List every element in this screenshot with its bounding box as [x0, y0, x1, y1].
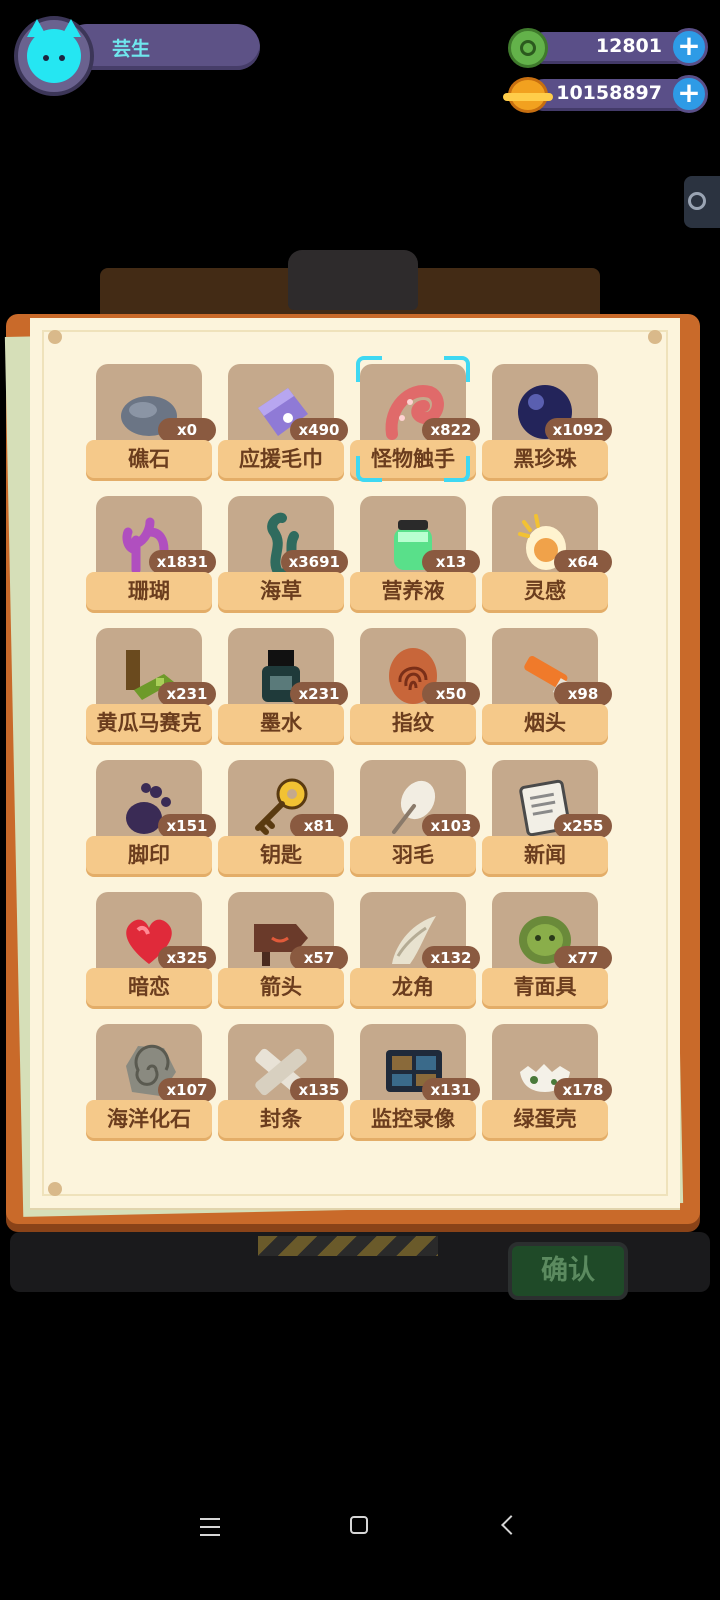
item-count: x151: [158, 814, 216, 838]
magnifier-icon: [688, 192, 706, 210]
item-label: 监控录像: [350, 1100, 476, 1138]
item-label: 礁石: [86, 440, 212, 478]
inventory-item[interactable]: x231 墨水: [218, 624, 348, 744]
add-gold-button[interactable]: +: [670, 75, 708, 113]
item-count: x50: [422, 682, 480, 706]
currency-green-value: 12801: [595, 35, 662, 57]
item-count: x13: [422, 550, 480, 574]
side-menu-tab[interactable]: [684, 176, 720, 228]
inventory-item[interactable]: x98 烟头: [482, 624, 612, 744]
item-count: x1092: [544, 418, 612, 442]
currency-gold-value: 10158897: [556, 82, 662, 104]
item-count: x64: [554, 550, 612, 574]
item-count: x131: [422, 1078, 480, 1102]
inventory-item[interactable]: x103 羽毛: [350, 756, 480, 876]
item-label: 海洋化石: [86, 1100, 212, 1138]
inventory-item[interactable]: x151 脚印: [86, 756, 216, 876]
pin-icon: [648, 330, 662, 344]
inventory-item[interactable]: x1092 黑珍珠: [482, 360, 612, 480]
inventory-item[interactable]: x255 新闻: [482, 756, 612, 876]
back-icon[interactable]: [501, 1515, 521, 1535]
confirm-button[interactable]: 确认: [508, 1242, 628, 1300]
item-count: x103: [422, 814, 480, 838]
item-count: x3691: [280, 550, 348, 574]
hazard-stripe: [258, 1236, 438, 1256]
inventory-item[interactable]: x132 龙角: [350, 888, 480, 1008]
avatar[interactable]: [14, 16, 94, 96]
item-label: 黑珍珠: [482, 440, 608, 478]
item-label: 箭头: [218, 968, 344, 1006]
pin-icon: [48, 1182, 62, 1196]
item-label: 龙角: [350, 968, 476, 1006]
gold-planet-icon: [503, 77, 553, 113]
item-count: x490: [290, 418, 348, 442]
inventory-item[interactable]: x822 怪物触手: [350, 356, 480, 482]
selection-corner: [356, 456, 382, 482]
item-count: x81: [290, 814, 348, 838]
inventory-item[interactable]: x77 青面具: [482, 888, 612, 1008]
item-label: 指纹: [350, 704, 476, 742]
currency-green: 12801 +: [508, 28, 708, 68]
currency-gold: 10158897 +: [503, 75, 708, 115]
item-label: 封条: [218, 1100, 344, 1138]
item-count: x325: [158, 946, 216, 970]
item-count: x57: [290, 946, 348, 970]
system-nav-bar: [0, 1488, 720, 1568]
item-count: x822: [422, 418, 480, 442]
item-count: x132: [422, 946, 480, 970]
clipboard-clip: [288, 250, 418, 310]
inventory-item[interactable]: x1831 珊瑚: [86, 492, 216, 612]
item-label: 营养液: [350, 572, 476, 610]
item-label: 墨水: [218, 704, 344, 742]
item-label: 新闻: [482, 836, 608, 874]
inventory-item[interactable]: x131 监控录像: [350, 1020, 480, 1140]
item-label: 黄瓜马赛克: [86, 704, 212, 742]
item-label: 烟头: [482, 704, 608, 742]
add-green-token-button[interactable]: +: [670, 28, 708, 66]
inventory-item[interactable]: x107 海洋化石: [86, 1020, 216, 1140]
inventory-item[interactable]: x57 箭头: [218, 888, 348, 1008]
inventory-item[interactable]: x64 灵感: [482, 492, 612, 612]
item-label: 脚印: [86, 836, 212, 874]
cat-avatar-icon: [27, 19, 81, 83]
selection-corner: [444, 456, 470, 482]
item-count: x107: [158, 1078, 216, 1102]
item-label: 应援毛巾: [218, 440, 344, 478]
item-count: x178: [554, 1078, 612, 1102]
inventory-item[interactable]: x178 绿蛋壳: [482, 1020, 612, 1140]
green-token-icon: [508, 28, 548, 68]
inventory-item[interactable]: x81 钥匙: [218, 756, 348, 876]
item-count: x98: [554, 682, 612, 706]
item-label: 绿蛋壳: [482, 1100, 608, 1138]
item-count: x0: [158, 418, 216, 442]
inventory-item[interactable]: x490 应援毛巾: [218, 360, 348, 480]
item-count: x77: [554, 946, 612, 970]
item-label: 珊瑚: [86, 572, 212, 610]
item-label: 钥匙: [218, 836, 344, 874]
menu-icon[interactable]: [200, 1518, 220, 1542]
item-label: 羽毛: [350, 836, 476, 874]
player-name-pill: 芸生: [64, 24, 260, 70]
inventory-item[interactable]: x231 黄瓜马赛克: [86, 624, 216, 744]
inventory-item[interactable]: x50 指纹: [350, 624, 480, 744]
item-label: 暗恋: [86, 968, 212, 1006]
player-profile[interactable]: 芸生: [14, 16, 260, 96]
home-icon[interactable]: [350, 1516, 368, 1534]
item-count: x231: [290, 682, 348, 706]
item-label: 青面具: [482, 968, 608, 1006]
inventory-item[interactable]: x0 礁石: [86, 360, 216, 480]
player-name: 芸生: [112, 38, 151, 60]
item-label: 海草: [218, 572, 344, 610]
inventory-item[interactable]: x325 暗恋: [86, 888, 216, 1008]
item-count: x231: [158, 682, 216, 706]
inventory-item[interactable]: x3691 海草: [218, 492, 348, 612]
item-count: x1831: [148, 550, 216, 574]
inventory-item[interactable]: x135 封条: [218, 1020, 348, 1140]
item-sheet: x0 礁石 x490 应援毛巾 x822 怪物触手 x1092 黑珍珠 x1831 珊瑚 x3691…: [30, 318, 680, 1208]
pin-icon: [48, 330, 62, 344]
inventory-item[interactable]: x13 营养液: [350, 492, 480, 612]
item-count: x135: [290, 1078, 348, 1102]
item-count: x255: [554, 814, 612, 838]
item-label: 灵感: [482, 572, 608, 610]
